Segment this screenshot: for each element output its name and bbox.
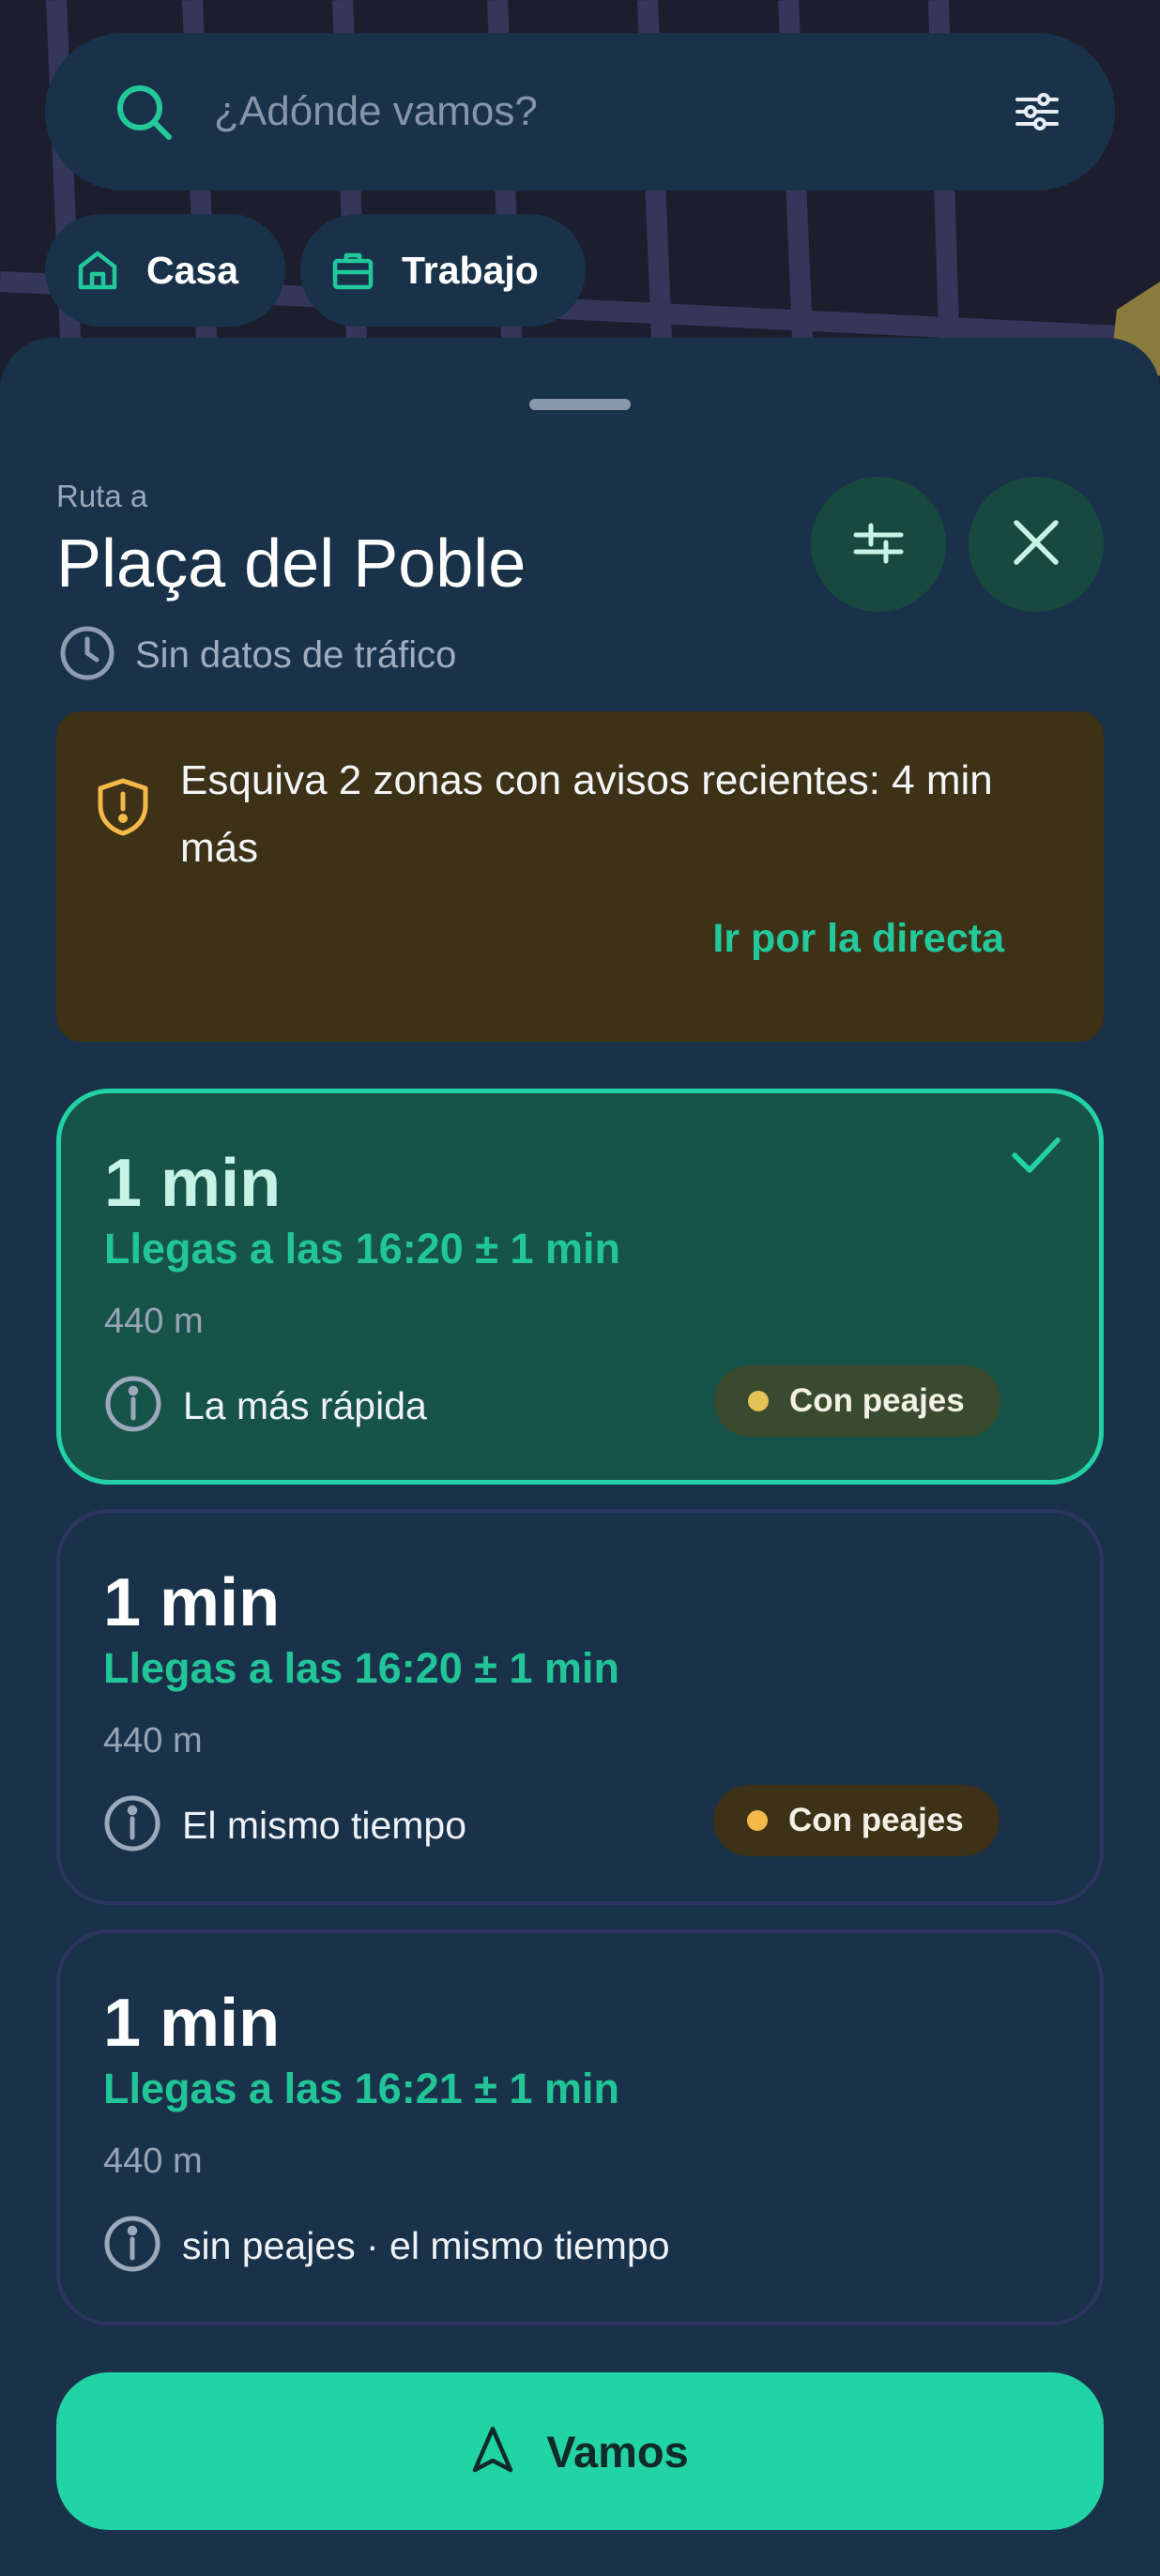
shield-warning-icon xyxy=(96,777,150,842)
info-icon xyxy=(103,2215,161,2278)
route-distance: 440 m xyxy=(104,1302,204,1341)
close-button[interactable] xyxy=(969,477,1104,612)
route-duration: 1 min xyxy=(103,1986,281,2061)
route-note-text: La más rápida xyxy=(183,1384,427,1427)
route-note: El mismo tiempo xyxy=(103,1794,466,1857)
route-eta: Llegas a las 16:20 ± 1 min xyxy=(103,1644,619,1692)
check-icon xyxy=(1011,1135,1061,1181)
route-option-3[interactable]: 1 min Llegas a las 16:21 ± 1 min 440 m s… xyxy=(56,1929,1104,2325)
toll-badge: Con peajes xyxy=(714,1365,1000,1437)
route-prefix: Ruta a xyxy=(56,479,148,513)
route-option-1[interactable]: 1 min Llegas a las 16:20 ± 1 min 440 m L… xyxy=(56,1089,1104,1485)
route-note-text: sin peajes · el mismo tiempo xyxy=(182,2224,670,2267)
briefcase-icon xyxy=(327,244,379,297)
route-note: La más rápida xyxy=(104,1375,427,1438)
traffic-status: Sin datos de tráfico xyxy=(58,624,456,687)
shortcut-work[interactable]: Trabajo xyxy=(300,214,586,327)
route-distance: 440 m xyxy=(103,2142,203,2181)
avoid-zones-banner: Esquiva 2 zonas con avisos recientes: 4 … xyxy=(56,711,1104,1042)
clock-icon xyxy=(58,624,116,687)
navigation-arrow-icon xyxy=(471,2425,514,2478)
traffic-status-label: Sin datos de tráfico xyxy=(135,634,457,676)
home-icon xyxy=(71,244,124,297)
route-note: sin peajes · el mismo tiempo xyxy=(103,2215,670,2278)
toll-badge-label: Con peajes xyxy=(788,1802,964,1838)
route-distance: 440 m xyxy=(103,1721,203,1761)
avoid-zones-message: Esquiva 2 zonas con avisos recientes: 4 … xyxy=(180,757,993,871)
info-icon xyxy=(104,1375,162,1438)
toll-dot xyxy=(748,1391,769,1411)
search-input[interactable]: ¿Adónde vamos? xyxy=(214,88,1004,135)
search-icon xyxy=(113,81,175,143)
info-icon xyxy=(103,1794,161,1857)
toll-badge: Con peajes xyxy=(713,1785,1000,1856)
destination-title: Plaça del Poble xyxy=(56,526,527,602)
sliders-icon xyxy=(850,514,907,575)
filter-sliders-icon[interactable] xyxy=(1004,79,1070,145)
drag-handle[interactable] xyxy=(529,399,631,410)
shortcut-home[interactable]: Casa xyxy=(45,214,286,327)
start-navigation-button[interactable]: Vamos xyxy=(56,2372,1104,2530)
toll-badge-label: Con peajes xyxy=(789,1382,965,1419)
route-option-2[interactable]: 1 min Llegas a las 16:20 ± 1 min 440 m E… xyxy=(56,1509,1104,1905)
route-eta: Llegas a las 16:20 ± 1 min xyxy=(104,1225,620,1273)
toll-dot xyxy=(747,1810,768,1831)
take-direct-route-link[interactable]: Ir por la directa xyxy=(712,916,1004,962)
route-duration: 1 min xyxy=(104,1146,282,1221)
shortcut-home-label: Casa xyxy=(146,248,239,292)
search-bar[interactable]: ¿Adónde vamos? xyxy=(45,33,1115,191)
shortcut-work-label: Trabajo xyxy=(402,248,539,292)
route-options-button[interactable] xyxy=(811,477,946,612)
close-icon xyxy=(1011,517,1061,572)
route-sheet: Ruta a Plaça del Poble Sin datos de tráf… xyxy=(0,338,1160,2576)
start-navigation-label: Vamos xyxy=(546,2426,689,2477)
route-duration: 1 min xyxy=(103,1565,281,1640)
route-note-text: El mismo tiempo xyxy=(182,1804,467,1847)
route-eta: Llegas a las 16:21 ± 1 min xyxy=(103,2065,619,2112)
